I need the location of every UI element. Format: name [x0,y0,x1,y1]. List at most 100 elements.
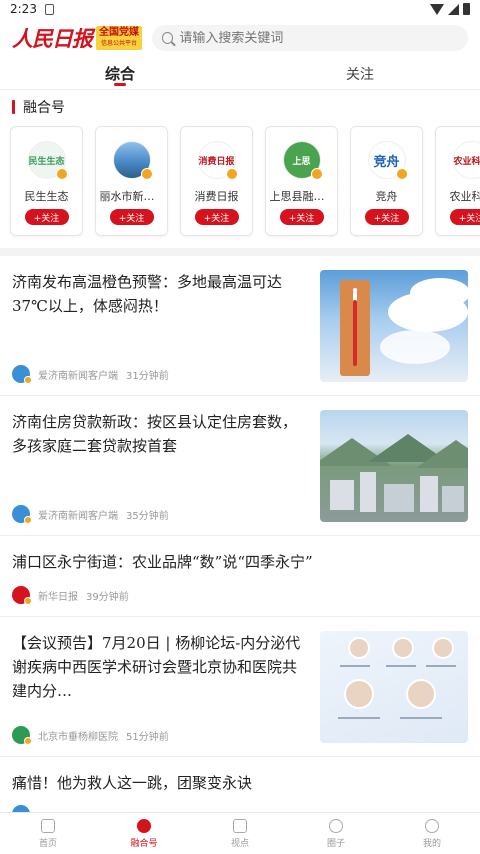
section-title: 融合号 [23,100,65,116]
news-item[interactable]: 浦口区永宁街道：农业品牌“数”说“四季永宁” 新华日报 39分钟前 [0,536,480,617]
news-title[interactable]: 浦口区永宁街道：农业品牌“数”说“四季永宁” [12,550,468,574]
verified-icon [55,168,68,180]
account-card[interactable]: 消费日报 消费日报 +关注 [180,126,253,236]
account-avatar: 上思 [282,141,323,180]
news-source: 新华日报 [38,591,78,603]
nav-home-label: 首页 [38,838,57,849]
section-divider [0,248,480,256]
section-accent-bar [12,100,15,114]
follow-button[interactable]: +关注 [24,209,69,225]
top-tabs: 综合 关注 [0,58,480,90]
user-icon [425,818,439,833]
verified-icon [395,168,408,180]
video-icon [233,818,247,833]
news-item[interactable]: 【会议预告】7月20日 | 杨柳论坛-内分泌代谢疾病中西医学术研讨会暨北京协和医… [0,617,480,757]
account-avatar: 农业科技 [452,141,480,179]
thermometer-icon [340,280,370,376]
account-card[interactable]: 丽水市新闻… +关注 [95,126,168,236]
account-card[interactable]: 农业科技 农业科技 +关注 [435,126,480,236]
account-name: 消费日报 [194,190,239,203]
news-meta: 爱济南新闻客户端 31分钟前 [12,365,308,384]
account-avatar: 民生生态 [27,141,68,180]
news-title[interactable]: 【会议预告】7月20日 | 杨柳论坛-内分泌代谢疾病中西医学术研讨会暨北京协和医… [12,631,308,703]
logo-badge-text: 全国党媒 [99,27,139,38]
source-logo [12,586,32,605]
account-avatar [112,141,153,180]
source-logo [12,726,32,745]
account-card[interactable]: 民生生态 民生生态 +关注 [10,126,83,236]
nav-video[interactable]: 视点 [192,813,288,854]
search-bar[interactable] [152,25,468,51]
tab-following-label: 关注 [346,66,374,83]
nav-rong[interactable]: 融合号 [96,813,192,854]
source-logo [12,365,32,384]
account-name: 竞舟 [375,190,398,203]
nav-video-label: 视点 [230,838,249,849]
news-time: 35分钟前 [126,510,169,522]
news-title[interactable]: 痛惜！他为救人这一跳，团聚变永诀 [12,771,468,795]
wifi-icon [430,3,444,15]
logo-text: 人民日报 [12,26,93,51]
news-item[interactable]: 济南发布高温橙色预警：多地最高温可达37℃以上，体感闷热！ 爱济南新闻客户端 3… [0,256,480,396]
news-meta: 北京市垂杨柳医院 51分钟前 [12,726,308,745]
nav-me-label: 我的 [422,838,441,849]
nav-home[interactable]: 首页 [0,813,96,854]
follow-button[interactable]: +关注 [279,209,324,225]
news-thumbnail[interactable] [320,410,468,522]
tab-following[interactable]: 关注 [240,58,480,89]
logo-badge-subtext: 信息公共平台 [100,40,137,47]
verified-icon [24,737,32,745]
news-title[interactable]: 济南住房贷款新政：按区县认定住房套数，多孩家庭二套贷款按首套 [12,410,308,458]
bottom-nav: 首页 融合号 视点 圈子 我的 [0,812,480,854]
notification-icon [44,3,54,15]
nav-circle[interactable]: 圈子 [288,813,384,854]
nav-rong-label: 融合号 [130,838,158,849]
section-header: 融合号 [0,92,480,122]
news-meta: 新华日报 39分钟前 [12,586,468,605]
circle-icon [329,818,343,833]
follow-button[interactable]: +关注 [194,209,239,225]
status-time: 2:23 [10,2,37,16]
news-time: 39分钟前 [86,591,129,603]
search-icon [162,32,174,44]
account-name: 上思县融媒… [269,190,334,203]
logo-badge: 全国党媒 信息公共平台 [96,26,142,50]
account-name: 民生生态 [24,190,69,203]
status-bar: 2:23 [0,0,480,18]
news-thumbnail[interactable] [320,631,468,743]
rong-icon [137,818,151,833]
news-source: 爱济南新闻客户端 [38,510,118,522]
account-name: 农业科技 [449,190,480,203]
follow-button[interactable]: +关注 [109,209,154,225]
news-source: 爱济南新闻客户端 [38,370,118,382]
follow-button[interactable]: +关注 [364,209,409,225]
verified-icon [24,376,32,384]
news-title[interactable]: 济南发布高温橙色预警：多地最高温可达37℃以上，体感闷热！ [12,270,308,318]
source-logo [12,505,32,524]
battery-icon [463,3,470,15]
account-card[interactable]: 上思 上思县融媒… +关注 [265,126,338,236]
search-input[interactable] [179,30,458,46]
verified-icon [24,597,32,605]
tab-general-label: 综合 [104,65,135,83]
account-avatar-text: 上思 [292,156,311,167]
account-card[interactable]: 竞舟 竞舟 +关注 [350,126,423,236]
account-avatar-text: 竞舟 [373,154,400,170]
verified-icon [24,516,32,524]
follow-button[interactable]: +关注 [449,209,480,225]
news-meta: 爱济南新闻客户端 35分钟前 [12,505,308,524]
signal-icon [448,3,459,15]
account-carousel[interactable]: 民生生态 民生生态 +关注 丽水市新闻… +关注 消费日报 消费日报 +关注 上… [0,122,480,242]
app-logo[interactable]: 人民日报 全国党媒 信息公共平台 [12,23,142,53]
verified-icon [140,168,153,180]
nav-me[interactable]: 我的 [384,813,480,854]
account-avatar-text: 民生生态 [28,156,65,167]
nav-circle-label: 圈子 [326,838,345,849]
account-name: 丽水市新闻… [99,190,164,203]
news-item[interactable]: 济南住房贷款新政：按区县认定住房套数，多孩家庭二套贷款按首套 爱济南新闻客户端 … [0,396,480,536]
news-thumbnail[interactable] [320,270,468,382]
tab-general[interactable]: 综合 [0,58,240,89]
news-source: 北京市垂杨柳医院 [38,731,118,743]
news-time: 31分钟前 [126,370,169,382]
account-avatar-text: 农业科技 [453,156,480,167]
